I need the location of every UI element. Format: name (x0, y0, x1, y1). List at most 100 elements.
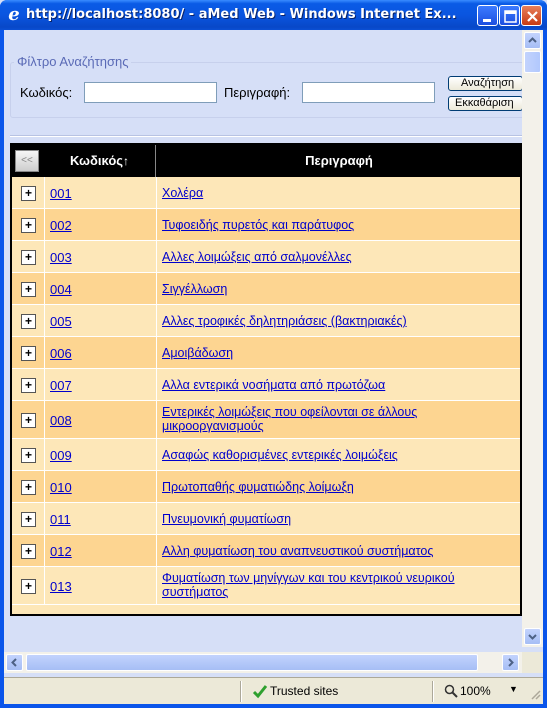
minimize-button[interactable] (477, 5, 498, 26)
expand-row-button[interactable]: + (21, 282, 36, 297)
code-link[interactable]: 001 (50, 186, 72, 201)
code-link[interactable]: 013 (50, 579, 72, 594)
internet-explorer-icon: e (8, 4, 20, 25)
clear-button[interactable]: Εκκαθάριση (448, 96, 523, 111)
maximize-icon (504, 10, 517, 23)
cell-divider (44, 177, 45, 208)
chevron-up-icon (528, 37, 537, 43)
minimize-icon (483, 19, 491, 22)
table-row: +008 Εντερικές λοιμώξεις που οφείλονται σ… (12, 401, 520, 439)
cell-divider (156, 567, 157, 604)
expand-row-button[interactable]: + (21, 448, 36, 463)
description-link[interactable]: Αλλες τροφικές δηλητηριάσεις (βακτηριακέ… (162, 314, 512, 328)
expand-row-button[interactable]: + (21, 413, 36, 428)
cell-divider (156, 439, 157, 470)
security-zone[interactable]: Trusted sites (270, 684, 338, 698)
table-row: +004 Σιγγέλλωση (12, 273, 520, 305)
description-link[interactable]: Πνευμονική φυματίωση (162, 512, 512, 526)
window-title: http://localhost:8080/ - aMed Web - Wind… (26, 7, 457, 22)
table-row: +009 Ασαφώς καθορισμένες εντερικές λοιμώξ… (12, 439, 520, 471)
status-separator (240, 681, 242, 702)
scroll-down-button[interactable] (524, 628, 541, 645)
table-row: +011 Πνευμονική φυματίωση (12, 503, 520, 535)
expand-row-button[interactable]: + (21, 512, 36, 527)
horizontal-scroll-thumb[interactable] (26, 654, 478, 671)
search-button[interactable]: Αναζήτηση (448, 76, 523, 91)
expand-row-button[interactable]: + (21, 480, 36, 495)
description-input[interactable] (302, 82, 435, 103)
description-link[interactable]: Ασαφώς καθορισμένες εντερικές λοιμώξεις (162, 448, 512, 462)
code-link[interactable]: 012 (50, 544, 72, 559)
cell-divider (156, 209, 157, 240)
zoom-level[interactable]: 100% (460, 684, 491, 698)
browser-window: e http://localhost:8080/ - aMed Web - Wi… (0, 0, 547, 708)
expand-row-button[interactable]: + (21, 378, 36, 393)
expand-row-button[interactable]: + (21, 579, 36, 594)
code-link[interactable]: 010 (50, 480, 72, 495)
table-row: +013 Φυματίωση των μηνίγγων και του κεντρ… (12, 567, 520, 605)
status-bar: Trusted sites 100% ▼ (4, 677, 543, 704)
description-link[interactable]: Φυματίωση των μηνίγγων και του κεντρικού… (162, 571, 512, 599)
description-link[interactable]: Χολέρα (162, 186, 512, 200)
scrollbar-corner (522, 652, 543, 673)
cell-divider (156, 503, 157, 534)
cell-divider (44, 535, 45, 566)
close-icon (527, 11, 538, 22)
code-link[interactable]: 006 (50, 346, 72, 361)
expand-row-button[interactable]: + (21, 186, 36, 201)
codes-table: << Κωδικός↑ Περιγραφή +001 Χολέρα +002 Τυφο… (10, 143, 522, 616)
title-bar[interactable]: e http://localhost:8080/ - aMed Web - Wi… (0, 0, 547, 30)
description-link[interactable]: Τυφοειδής πυρετός και παράτυφος (162, 218, 512, 232)
cell-divider (156, 305, 157, 336)
description-link[interactable]: Πρωτοπαθής φυματιώδης λοίμωξη (162, 480, 512, 494)
resize-grip-icon[interactable] (529, 688, 541, 700)
column-header-description[interactable]: Περιγραφή (158, 145, 520, 177)
vertical-scroll-thumb[interactable] (524, 51, 541, 73)
description-link[interactable]: Αλλες λοιμώξεις από σαλμονέλλες (162, 250, 512, 264)
expand-row-button[interactable]: + (21, 314, 36, 329)
expand-row-button[interactable]: + (21, 218, 36, 233)
cell-divider (44, 439, 45, 470)
table-row: +007 Αλλα εντερικά νοσήματα από πρωτόζωα (12, 369, 520, 401)
table-row: +012 Αλλη φυματίωση του αναπνευστικού συσ… (12, 535, 520, 567)
description-link[interactable]: Αμοιβάδωση (162, 346, 512, 360)
description-link[interactable]: Αλλη φυματίωση του αναπνευστικού συστήμα… (162, 544, 512, 558)
cell-divider (44, 369, 45, 400)
column-header-code[interactable]: Κωδικός↑ (44, 145, 156, 177)
zoom-dropdown-icon[interactable]: ▼ (509, 684, 518, 694)
expand-row-button[interactable]: + (21, 544, 36, 559)
description-link[interactable]: Εντερικές λοιμώξεις που οφείλονται σε άλ… (162, 405, 512, 433)
cell-divider (156, 337, 157, 368)
collapse-all-button[interactable]: << (15, 150, 39, 172)
code-link[interactable]: 011 (50, 512, 71, 527)
cell-divider (156, 177, 157, 208)
description-link[interactable]: Αλλα εντερικά νοσήματα από πρωτόζωα (162, 378, 512, 392)
vertical-scrollbar[interactable] (522, 30, 543, 647)
table-header: << Κωδικός↑ Περιγραφή (12, 145, 520, 177)
scroll-right-button[interactable] (502, 654, 519, 671)
scroll-up-button[interactable] (524, 32, 541, 49)
expand-row-button[interactable]: + (21, 250, 36, 265)
scroll-left-button[interactable] (6, 654, 23, 671)
description-link[interactable]: Σιγγέλλωση (162, 282, 512, 296)
cell-divider (44, 305, 45, 336)
divider (10, 135, 525, 137)
horizontal-scrollbar[interactable] (4, 652, 522, 673)
code-link[interactable]: 002 (50, 218, 72, 233)
code-link[interactable]: 007 (50, 378, 72, 393)
expand-row-button[interactable]: + (21, 346, 36, 361)
maximize-button[interactable] (499, 5, 520, 26)
code-link[interactable]: 005 (50, 314, 72, 329)
sort-ascending-icon: ↑ (123, 154, 130, 168)
cell-divider (44, 503, 45, 534)
code-link[interactable]: 004 (50, 282, 72, 297)
cell-divider (44, 337, 45, 368)
cell-divider (156, 471, 157, 502)
close-button[interactable] (521, 5, 542, 26)
code-link[interactable]: 009 (50, 448, 72, 463)
cell-divider (44, 401, 45, 438)
code-input[interactable] (84, 82, 217, 103)
description-label: Περιγραφή: (224, 85, 291, 100)
code-link[interactable]: 003 (50, 250, 72, 265)
code-link[interactable]: 008 (50, 413, 72, 428)
